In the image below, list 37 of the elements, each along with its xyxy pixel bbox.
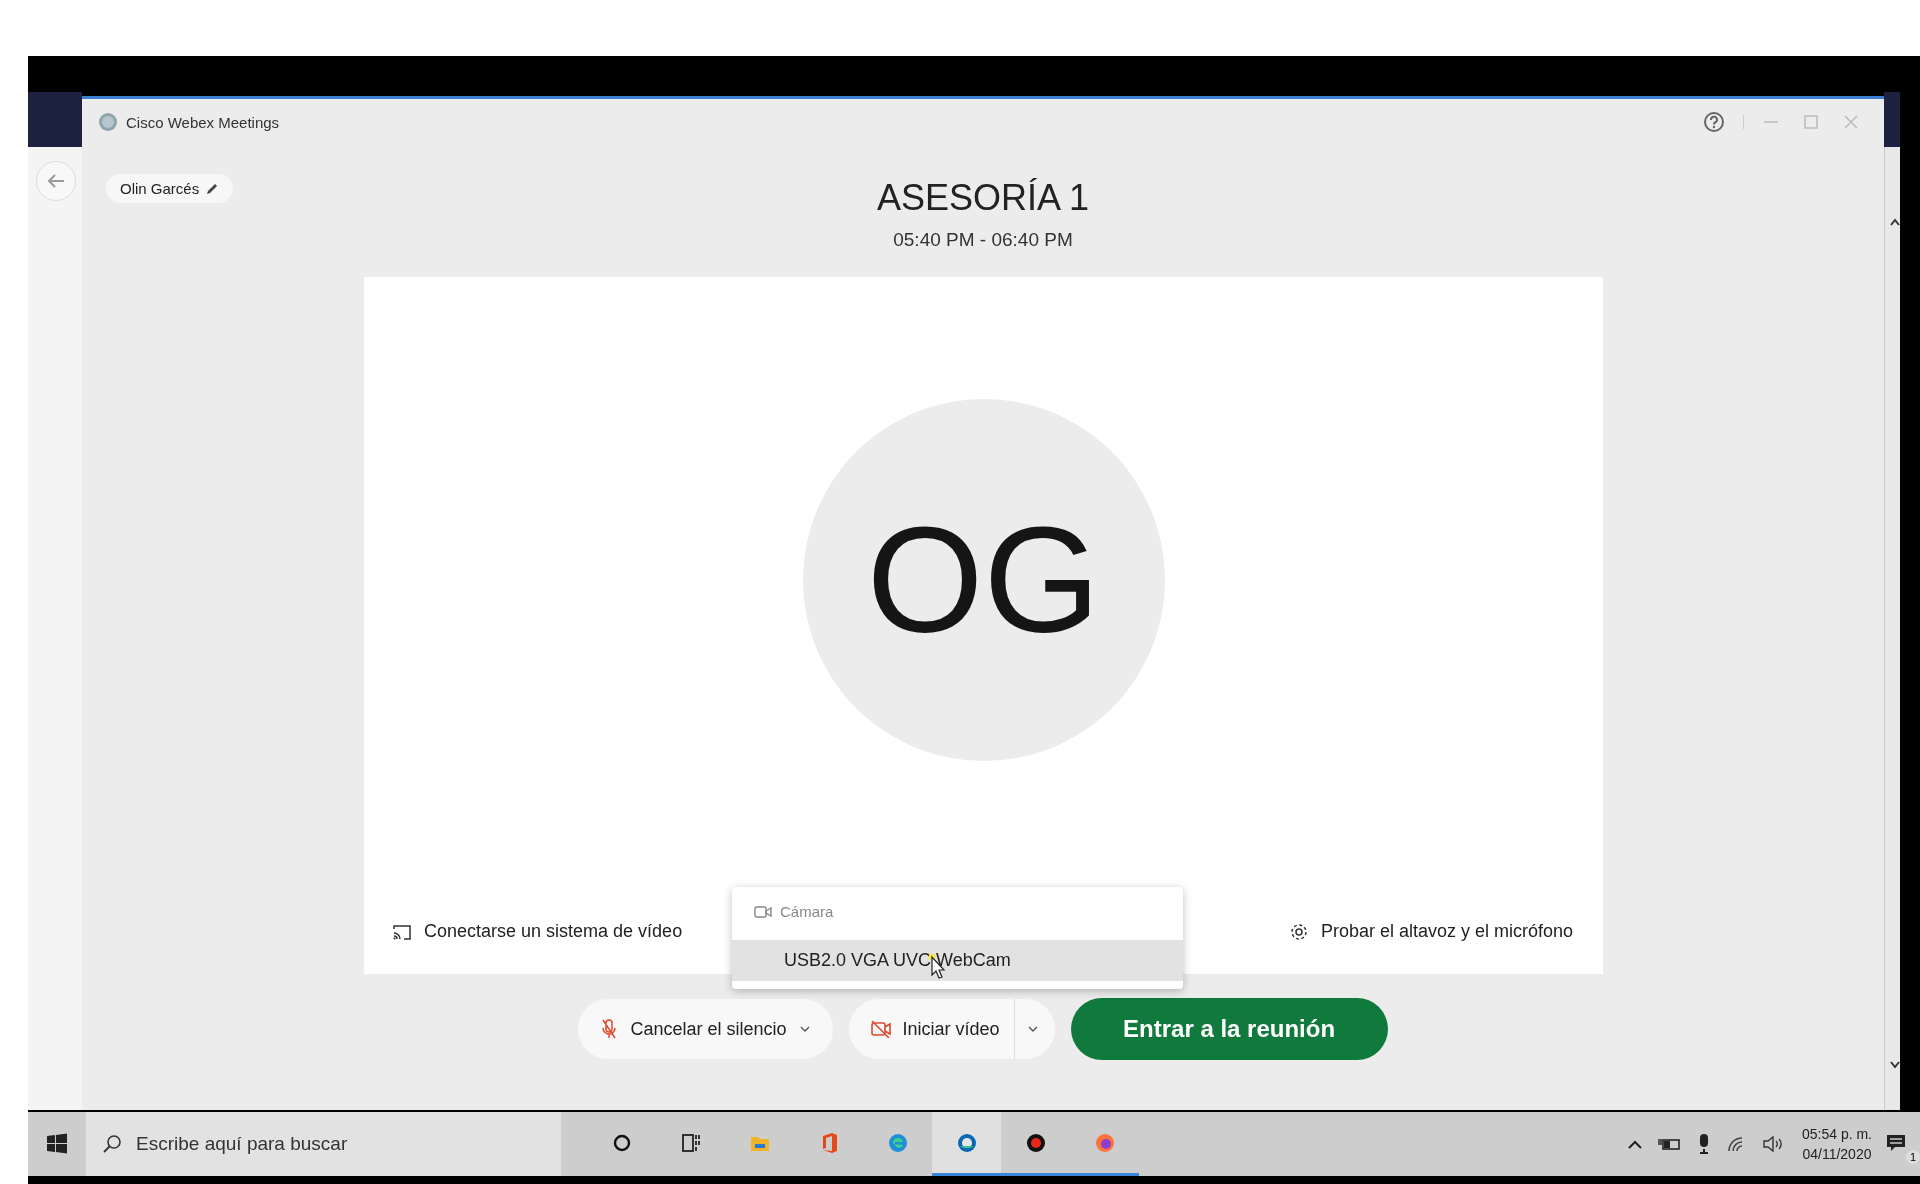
preview-link[interactable]: Conectarse un sistema de vídeo <box>392 921 683 942</box>
back-button[interactable] <box>36 161 76 201</box>
join-meeting-button[interactable]: Entrar a la reunión <box>1070 998 1388 1060</box>
camera-off-icon <box>870 1020 891 1038</box>
notification-count: 1 <box>1906 1150 1920 1164</box>
gear-icon <box>1288 921 1309 942</box>
help-icon[interactable] <box>1703 111 1725 133</box>
scroll-up-icon[interactable] <box>1889 217 1901 227</box>
mute-button[interactable]: Cancelar el silencio <box>578 999 833 1059</box>
microphone-muted-icon <box>600 1019 619 1039</box>
start-video-button[interactable]: Iniciar vídeo <box>848 999 1014 1059</box>
browser-icon <box>886 1131 909 1154</box>
speaker-icon[interactable] <box>1761 1135 1784 1153</box>
cast-icon <box>392 922 412 941</box>
menu-option[interactable]: USB2.0 VGA UVC WebCam <box>732 940 1183 981</box>
task-view-icon <box>679 1131 702 1154</box>
app-logo-icon <box>98 112 118 132</box>
camera-icon <box>754 904 772 919</box>
taskbar-search-field[interactable]: Escribe aquí para buscar <box>86 1112 561 1176</box>
menu-header: Cámara <box>780 903 834 920</box>
window-title: Cisco Webex Meetings <box>126 113 280 131</box>
record-icon <box>1024 1131 1047 1154</box>
clock-time[interactable]: 05:54 p. m. <box>1801 1124 1872 1144</box>
preview-link[interactable]: Probar el altavoz y el micrófono <box>1288 921 1573 942</box>
pencil-icon <box>205 181 220 196</box>
search-icon <box>102 1134 122 1154</box>
clock-date[interactable]: 04/11/2020 <box>1802 1144 1872 1164</box>
user-name-chip[interactable]: Olin Garcés <box>106 174 234 203</box>
scroll-down-icon[interactable] <box>1889 1060 1901 1070</box>
caret-icon <box>1026 1025 1039 1033</box>
meeting-title: ASESORÍA 1 <box>876 177 1090 219</box>
start-button[interactable] <box>46 1133 68 1155</box>
battery-icon[interactable] <box>1657 1136 1682 1152</box>
avatar: OG <box>802 399 1165 761</box>
caret-icon <box>798 1025 811 1033</box>
meeting-time: 05:40 PM - 06:40 PM <box>893 229 1073 251</box>
message-icon <box>1886 1134 1908 1154</box>
